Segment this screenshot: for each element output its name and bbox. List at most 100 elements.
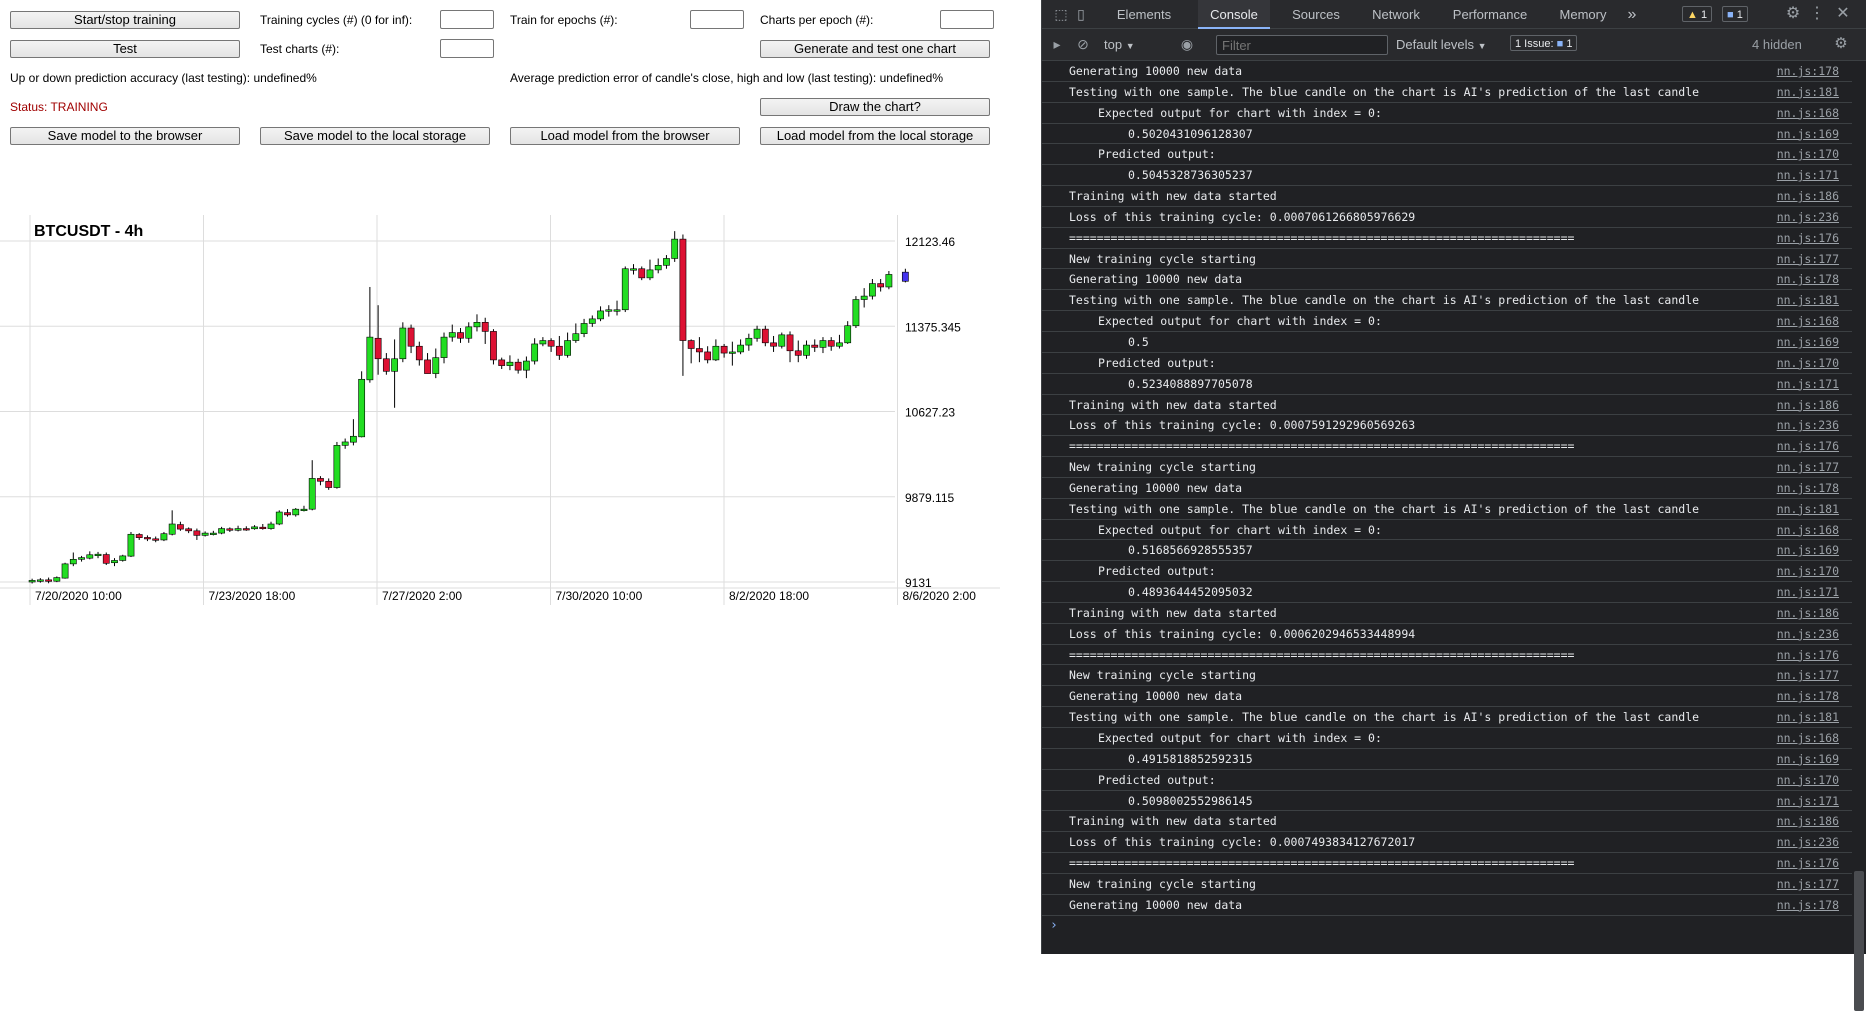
log-source-link[interactable]: nn.js:170 [1777, 561, 1839, 581]
log-message: Loss of this training cycle: 0.000749383… [1069, 835, 1416, 850]
log-source-link[interactable]: nn.js:176 [1777, 436, 1839, 456]
log-source-link[interactable]: nn.js:177 [1777, 874, 1839, 894]
log-source-link[interactable]: nn.js:168 [1777, 520, 1839, 540]
tab-performance[interactable]: Performance [1442, 0, 1538, 29]
log-source-link[interactable]: nn.js:176 [1777, 645, 1839, 665]
log-source-link[interactable]: nn.js:236 [1777, 832, 1839, 852]
inspect-element-icon[interactable]: ⬚ [1052, 5, 1070, 23]
log-source-link[interactable]: nn.js:169 [1777, 749, 1839, 769]
log-source-link[interactable]: nn.js:169 [1777, 124, 1839, 144]
log-source-link[interactable]: nn.js:168 [1777, 311, 1839, 331]
candle [36, 579, 44, 582]
clear-console-icon[interactable]: ⊘ [1074, 35, 1092, 53]
log-levels-dropdown[interactable]: Default levels ▼ [1396, 29, 1487, 60]
tab-elements[interactable]: Elements [1106, 0, 1182, 29]
log-message: Expected output for chart with index = 0… [1098, 314, 1382, 329]
log-source-link[interactable]: nn.js:177 [1777, 249, 1839, 269]
generate-test-chart-button[interactable]: Generate and test one chart [760, 40, 990, 58]
log-source-link[interactable]: nn.js:236 [1777, 624, 1839, 644]
settings-gear-icon[interactable]: ⚙ [1784, 5, 1802, 23]
load-model-local-button[interactable]: Load model from the local storage [760, 127, 990, 145]
train-epochs-input[interactable] [690, 10, 744, 29]
more-tabs-icon[interactable]: » [1622, 0, 1642, 29]
console-settings-gear-icon[interactable]: ⚙ [1832, 35, 1850, 53]
log-message: New training cycle starting [1069, 251, 1256, 266]
start-stop-training-button[interactable]: Start/stop training [10, 11, 240, 29]
save-model-browser-button[interactable]: Save model to the browser [10, 127, 240, 145]
charts-per-epoch-input[interactable] [940, 10, 994, 29]
log-source-link[interactable]: nn.js:171 [1777, 165, 1839, 185]
log-message: 0.5168566928555357 [1128, 543, 1253, 558]
load-model-browser-button[interactable]: Load model from the browser [510, 127, 740, 145]
warning-badge[interactable]: ▲ 1 [1682, 6, 1713, 22]
tab-sources[interactable]: Sources [1282, 0, 1350, 29]
log-source-link[interactable]: nn.js:171 [1777, 582, 1839, 602]
log-source-link[interactable]: nn.js:186 [1777, 811, 1839, 831]
log-source-link[interactable]: nn.js:236 [1777, 207, 1839, 227]
device-toolbar-icon[interactable]: ▯ [1072, 5, 1090, 23]
log-source-link[interactable]: nn.js:176 [1777, 228, 1839, 248]
log-message: 0.4893644452095032 [1128, 585, 1253, 600]
candle [481, 322, 489, 332]
console-filter-input[interactable] [1216, 35, 1388, 55]
log-source-link[interactable]: nn.js:170 [1777, 353, 1839, 373]
test-charts-input[interactable] [440, 39, 494, 58]
log-source-link[interactable]: nn.js:181 [1777, 82, 1839, 102]
tab-network[interactable]: Network [1360, 0, 1432, 29]
log-source-link[interactable]: nn.js:177 [1777, 457, 1839, 477]
draw-chart-button[interactable]: Draw the chart? [760, 98, 990, 116]
log-source-link[interactable]: nn.js:181 [1777, 707, 1839, 727]
log-source-link[interactable]: nn.js:168 [1777, 103, 1839, 123]
save-model-local-button[interactable]: Save model to the local storage [260, 127, 490, 145]
scrollbar-thumb[interactable] [1854, 871, 1864, 1011]
candle [811, 344, 819, 348]
log-message: Loss of this training cycle: 0.000759129… [1069, 418, 1416, 433]
candle [819, 340, 827, 348]
context-dropdown-icon: ▼ [1125, 41, 1135, 51]
log-message: Training with new data started [1069, 189, 1277, 204]
log-source-link[interactable]: nn.js:170 [1777, 144, 1839, 164]
log-source-link[interactable]: nn.js:176 [1777, 853, 1839, 873]
candle [663, 258, 670, 266]
console-log-area[interactable]: Generating 10000 new data nn.js:178 Testin… [1042, 61, 1853, 954]
log-message: ========================================… [1069, 439, 1575, 454]
candle [671, 238, 679, 259]
log-source-link[interactable]: nn.js:178 [1777, 478, 1839, 498]
log-source-link[interactable]: nn.js:169 [1777, 540, 1839, 560]
log-source-link[interactable]: nn.js:171 [1777, 374, 1839, 394]
log-source-link[interactable]: nn.js:181 [1777, 499, 1839, 519]
context-selector[interactable]: top ▼ [1104, 29, 1135, 60]
log-source-link[interactable]: nn.js:181 [1777, 290, 1839, 310]
tab-console[interactable]: Console [1198, 0, 1270, 29]
tab-memory[interactable]: Memory [1550, 0, 1616, 29]
y-tick-label: 9879.115 [905, 491, 954, 505]
console-log-row: New training cycle starting nn.js:177 [1042, 665, 1853, 687]
candle [844, 325, 852, 344]
log-source-link[interactable]: nn.js:170 [1777, 770, 1839, 790]
log-source-link[interactable]: nn.js:186 [1777, 186, 1839, 206]
more-options-icon[interactable]: ⋮ [1808, 5, 1826, 23]
training-cycles-input[interactable] [440, 10, 494, 29]
message-badge[interactable]: ■ 1 [1722, 6, 1748, 22]
sidebar-toggle-icon[interactable]: ▸ [1048, 35, 1066, 53]
test-button[interactable]: Test [10, 40, 240, 58]
candle [102, 554, 110, 564]
log-source-link[interactable]: nn.js:186 [1777, 395, 1839, 415]
log-source-link[interactable]: nn.js:178 [1777, 895, 1839, 915]
log-source-link[interactable]: nn.js:168 [1777, 728, 1839, 748]
log-source-link[interactable]: nn.js:178 [1777, 61, 1839, 81]
close-devtools-icon[interactable]: ✕ [1834, 5, 1852, 23]
log-source-link[interactable]: nn.js:177 [1777, 665, 1839, 685]
console-prompt-row[interactable]: › [1042, 916, 1853, 937]
issues-button[interactable]: 1 Issue: ■ 1 [1510, 35, 1578, 51]
log-source-link[interactable]: nn.js:171 [1777, 791, 1839, 811]
log-source-link[interactable]: nn.js:169 [1777, 332, 1839, 352]
log-source-link[interactable]: nn.js:186 [1777, 603, 1839, 623]
console-scrollbar[interactable] [1852, 61, 1866, 1011]
live-expression-eye-icon[interactable]: ◉ [1178, 35, 1196, 53]
candle [432, 357, 440, 374]
candle [572, 333, 580, 341]
log-source-link[interactable]: nn.js:178 [1777, 269, 1839, 289]
log-source-link[interactable]: nn.js:236 [1777, 415, 1839, 435]
log-source-link[interactable]: nn.js:178 [1777, 686, 1839, 706]
